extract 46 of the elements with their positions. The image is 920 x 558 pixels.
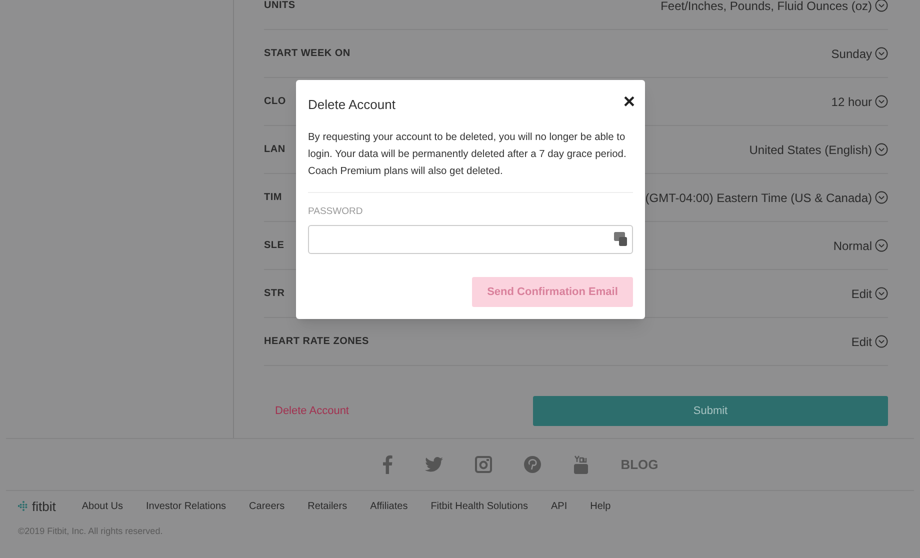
setting-dropdown[interactable]: Normal	[833, 236, 888, 254]
footer-link[interactable]: Fitbit Health Solutions	[430, 499, 528, 514]
fitbit-logo[interactable]: fitbit	[32, 496, 56, 516]
footer-link[interactable]: API	[550, 499, 568, 514]
setting-label: START WEEK ON	[264, 47, 350, 61]
dialog-title: Delete Account	[308, 96, 396, 114]
chevron-down-icon	[875, 335, 888, 348]
setting-label: UNITS	[264, 0, 296, 13]
footer-link[interactable]: About Us	[82, 499, 123, 514]
footer-link[interactable]: Careers	[249, 499, 285, 514]
chevron-down-icon	[875, 239, 888, 252]
setting-label: TIM	[264, 191, 282, 205]
setting-dropdown[interactable]: Edit	[851, 332, 888, 350]
password-field[interactable]	[308, 224, 633, 254]
setting-dropdown[interactable]: United States (English)	[749, 140, 888, 158]
chevron-down-icon	[875, 191, 888, 204]
setting-label: SLE	[264, 239, 284, 253]
chevron-down-icon	[875, 143, 888, 156]
setting-dropdown[interactable]: 12 hour	[831, 92, 888, 110]
setting-label: LAN	[264, 143, 286, 157]
setting-dropdown[interactable]: (GMT-04:00) Eastern Time (US & Canada)	[645, 188, 888, 206]
setting-label: CLO	[264, 95, 286, 109]
video-icon[interactable]	[572, 454, 589, 474]
twitter-icon[interactable]	[424, 457, 443, 472]
pinterest-icon[interactable]	[524, 456, 541, 473]
chevron-down-icon	[875, 95, 888, 108]
footer-link[interactable]: Investor Relations	[146, 499, 226, 514]
close-button[interactable]: ×	[623, 92, 635, 112]
setting-dropdown[interactable]: Sunday	[831, 44, 888, 62]
blog-link[interactable]: BLOG	[620, 454, 658, 474]
chevron-down-icon	[875, 47, 888, 60]
camera-icon[interactable]	[474, 456, 492, 473]
facebook-icon[interactable]	[382, 455, 393, 474]
setting-label: STR	[264, 287, 285, 301]
submit-button[interactable]: Submit	[533, 396, 888, 426]
setting-label: HEART RATE ZONES	[264, 335, 369, 349]
setting-dropdown[interactable]: Edit	[851, 284, 888, 302]
footer-link[interactable]: Retailers	[308, 499, 348, 514]
dialog-message: By requesting your account to be deleted, you will no longer be able to login. Your data will be permanently deleted after a 7 day grace period. Coach Premium plans will also get deleted.	[308, 128, 633, 192]
chevron-down-icon	[875, 0, 888, 12]
setting-dropdown[interactable]: Feet/Inches, Pounds, Fluid Ounces (oz)	[660, 0, 888, 14]
logo-icon	[18, 501, 29, 512]
footer-link[interactable]: Help	[590, 499, 611, 514]
footer-link[interactable]: Affiliates	[370, 499, 408, 514]
password-label: PASSWORD	[308, 204, 364, 218]
chevron-down-icon	[875, 287, 888, 300]
